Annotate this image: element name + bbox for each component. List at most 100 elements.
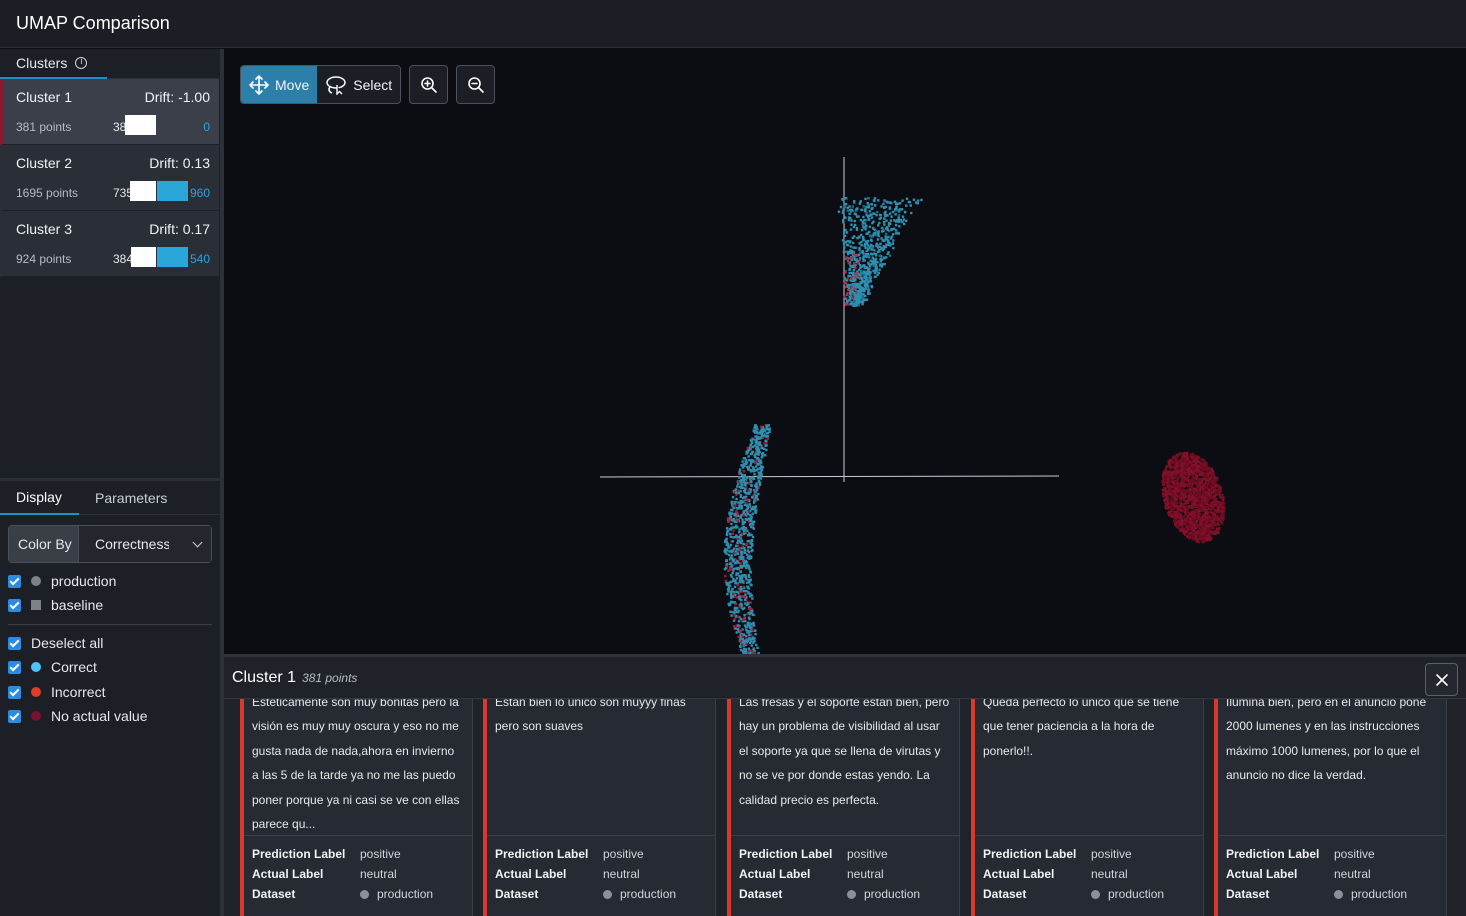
event-text: Queda perfecto lo único que se tiene que… (975, 699, 1203, 836)
event-card[interactable]: Ilumina bien, pero en el anuncio pone 20… (1214, 699, 1447, 916)
tab-clusters[interactable]: Clusters (0, 49, 107, 79)
event-text: Las fresas y el soporte están bien, pero… (731, 699, 959, 836)
dataset-key: Dataset (739, 887, 783, 901)
cluster-item-3[interactable]: Cluster 3 Drift: 0.17 924 points 384 540 (0, 211, 219, 277)
cluster-drift: Drift: -1.00 (144, 89, 210, 105)
zoom-out-icon (467, 76, 484, 93)
prediction-key: Prediction Label (495, 847, 589, 861)
umap-canvas[interactable]: Move Select (224, 49, 1466, 654)
move-icon (249, 74, 269, 95)
dataset-toggle-baseline[interactable]: baseline (8, 595, 103, 615)
production-count: 0 (203, 120, 210, 134)
dataset-dot-icon (1091, 889, 1100, 899)
checkbox[interactable] (8, 709, 21, 723)
deselect-all-label: Deselect all (31, 635, 104, 651)
prediction-value: positive (1334, 847, 1375, 861)
legend-item-incorrect[interactable]: Incorrect (8, 682, 105, 702)
color-by-value-text: Correctness (95, 536, 169, 552)
details-title: Cluster 1 (232, 669, 297, 686)
app-root: UMAP Comparison Clusters Cluster 1 Drift… (0, 0, 1466, 916)
cluster-list: Cluster 1 Drift: -1.00 381 points 381 0 … (0, 79, 220, 481)
zoom-in-button[interactable] (409, 65, 449, 104)
dataset-value: production (620, 887, 677, 901)
event-card[interactable]: Queda perfecto lo único que se tiene que… (971, 699, 1204, 916)
dataset-key: Dataset (252, 887, 296, 901)
point-cloud[interactable] (224, 49, 1466, 654)
zoom-out-button[interactable] (456, 65, 496, 104)
color-by-label: Color By (9, 526, 79, 562)
actual-value: neutral (360, 867, 397, 881)
color-by-select[interactable]: Color By Correctness (8, 525, 212, 563)
display-tabbar: Display Parameters (0, 481, 220, 515)
dataset-value: production (377, 887, 434, 901)
cluster-drift: Drift: 0.17 (149, 221, 210, 237)
actual-value: neutral (1334, 867, 1371, 881)
event-text: Ilumina bien, pero en el anuncio pone 20… (1218, 699, 1446, 836)
prediction-value: positive (847, 847, 888, 861)
dataset-key: Dataset (1226, 887, 1270, 901)
event-text: Estan bien lo unico son muyyy finas pero… (487, 699, 715, 836)
zoom-in-icon (420, 76, 437, 93)
event-card[interactable]: Estan bien lo unico son muyyy finas pero… (483, 699, 716, 916)
points-group (723, 197, 1226, 654)
drift-bars (125, 115, 187, 135)
dataset-value: production (1108, 887, 1165, 901)
cluster-points: 1695 points (16, 186, 79, 200)
dataset-toggle-production[interactable]: production (8, 571, 116, 591)
prediction-key: Prediction Label (983, 847, 1077, 861)
tab-display[interactable]: Display (0, 481, 79, 515)
cluster-name: Cluster 3 (16, 221, 73, 237)
chevron-down-icon (192, 537, 203, 547)
dataset-label: production (51, 573, 117, 589)
tab-parameters[interactable]: Parameters (95, 481, 167, 515)
checkbox[interactable] (8, 574, 21, 588)
info-icon[interactable] (75, 56, 88, 69)
dataset-key: Dataset (495, 887, 539, 901)
legend-item-no-actual[interactable]: No actual value (8, 706, 148, 726)
checkbox[interactable] (8, 660, 21, 674)
cluster-details-panel: Cluster 1 381 points Estéticamente son m… (224, 654, 1466, 916)
dataset-dot-icon (360, 889, 369, 899)
actual-key: Actual Label (495, 867, 567, 881)
production-count: 960 (189, 186, 210, 200)
event-cards: Estéticamente son muy bonitas pero la vi… (224, 698, 1466, 916)
move-button[interactable]: Move (241, 66, 318, 103)
dataset-dot-icon (1334, 889, 1343, 899)
prediction-key: Prediction Label (739, 847, 833, 861)
dataset-dot-icon (603, 889, 612, 899)
actual-key: Actual Label (252, 867, 324, 881)
checkbox[interactable] (8, 598, 21, 612)
prediction-value: positive (1091, 847, 1132, 861)
cluster-item-2[interactable]: Cluster 2 Drift: 0.13 1695 points 735 96… (0, 145, 219, 211)
baseline-bar (125, 115, 156, 135)
event-card[interactable]: Estéticamente son muy bonitas pero la vi… (240, 699, 473, 916)
close-button[interactable] (1425, 663, 1458, 696)
legend-item-correct[interactable]: Correct (8, 657, 97, 677)
no-actual-dot-icon (31, 711, 41, 721)
details-count: 381 points (302, 671, 358, 685)
color-by-value[interactable]: Correctness (79, 526, 211, 562)
production-bar (157, 247, 188, 267)
cluster-drift: Drift: 0.13 (149, 155, 210, 171)
event-card[interactable]: Las fresas y el soporte están bien, pero… (727, 699, 960, 916)
app-header: UMAP Comparison (0, 0, 1466, 48)
cluster-item-1[interactable]: Cluster 1 Drift: -1.00 381 points 381 0 (0, 79, 219, 145)
production-count: 540 (189, 252, 210, 266)
baseline-bar (130, 181, 156, 201)
select-button[interactable]: Select (317, 66, 401, 103)
cluster-name: Cluster 1 (16, 89, 73, 105)
actual-value: neutral (1091, 867, 1128, 881)
close-icon (1435, 673, 1448, 686)
actual-key: Actual Label (739, 867, 811, 881)
baseline-bar (131, 247, 156, 267)
cluster-points: 924 points (16, 252, 72, 266)
checkbox[interactable] (8, 685, 21, 699)
select-label: Select (353, 76, 393, 93)
prediction-key: Prediction Label (252, 847, 346, 861)
drift-bars (125, 181, 188, 201)
deselect-all-toggle[interactable]: Deselect all (8, 633, 103, 653)
clusters-tabbar: Clusters (0, 49, 220, 79)
cluster-name: Cluster 2 (16, 155, 73, 171)
circle-marker-icon (31, 576, 41, 586)
checkbox[interactable] (8, 636, 21, 650)
